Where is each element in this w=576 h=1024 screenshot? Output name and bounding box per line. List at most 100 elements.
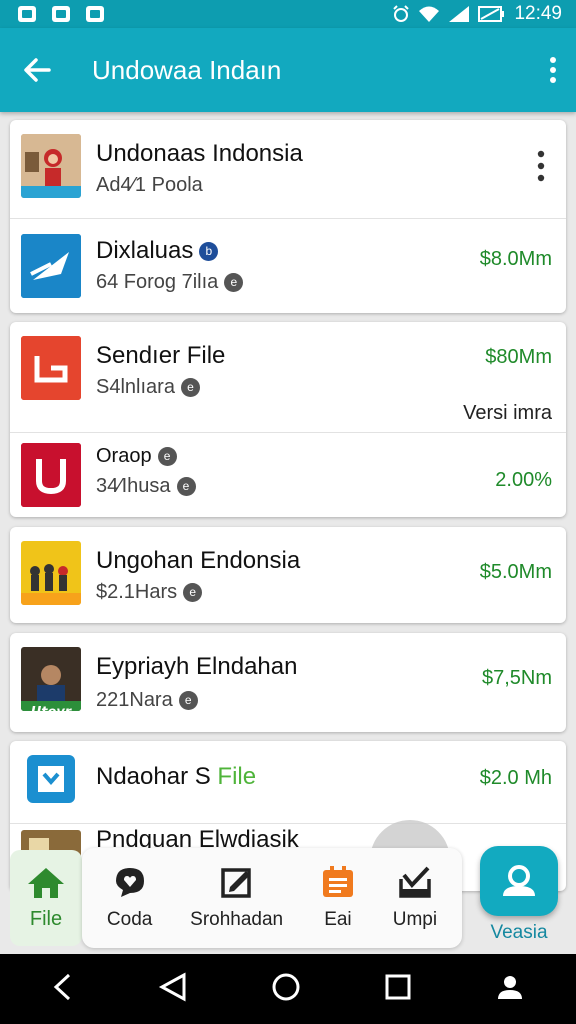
item-price: $8.0Mm (479, 248, 552, 270)
tab-coda[interactable]: Coda (107, 865, 152, 931)
item-subtitle: Ad4⁄1 Poola (96, 174, 203, 197)
list-item[interactable]: Sendıer File S4lnlıara e $80Mm Versi imra (10, 322, 566, 432)
list-item[interactable]: Ndaohar S File $2.0 Mh (10, 741, 566, 823)
back-button[interactable] (22, 55, 52, 85)
edit-box-icon (220, 868, 251, 898)
item-version-label: Versi imra (463, 402, 552, 424)
info-badge-icon: e (176, 477, 196, 496)
item-subtitle-text: 64 Forog 7ilıa (96, 271, 219, 293)
download-check-icon (399, 866, 431, 898)
tabs-panel: Coda Srohhadan Eai Umpi (82, 848, 462, 948)
list-card: Ungohan Endonsia $2.1Hars e $5.0Mm (10, 527, 566, 623)
nav-home-button[interactable] (271, 972, 301, 1007)
item-subtitle: 221Nara e (96, 689, 198, 712)
list-card: Sendıer File S4lnlıara e $80Mm Versi imra… (10, 322, 566, 517)
tab-label: Eai (324, 909, 352, 930)
square-recents-icon (385, 974, 411, 999)
wifi-icon (419, 6, 440, 22)
item-subtitle: $2.1Hars e (96, 581, 203, 604)
circle-home-icon (272, 973, 300, 1000)
person-icon (497, 975, 522, 999)
item-subtitle: S4lnlıara e (96, 376, 200, 399)
nav-recents-button[interactable] (384, 973, 412, 1006)
item-subtitle-text: $2.1Hars (96, 581, 178, 603)
info-badge-icon: e (183, 583, 203, 602)
item-name-part: Ndaohar S (96, 763, 211, 790)
verified-badge-icon: b (199, 241, 219, 261)
tab-srohhadan[interactable]: Srohhadan (190, 865, 283, 931)
nav-back-button[interactable] (51, 972, 75, 1007)
profile-fab-button[interactable] (480, 846, 558, 916)
tab-umpi[interactable]: Umpi (393, 865, 437, 931)
more-vert-icon (550, 57, 556, 83)
battery-icon (478, 6, 505, 22)
tab-file[interactable]: File (10, 850, 82, 946)
list-item[interactable]: Ungohan Endonsia $2.1Hars e $5.0Mm (10, 527, 566, 623)
item-name: Sendıer File (96, 342, 226, 369)
item-subtitle: 34⁄Ihusa e (96, 475, 196, 498)
item-name: Ndaohar S File (96, 763, 256, 791)
bottom-navigation: File Coda Srohhadan Eai Umpi Veasia (0, 846, 576, 954)
tab-label: Umpi (392, 909, 438, 930)
item-thumbnail (21, 541, 81, 605)
chat-heart-icon (115, 868, 144, 897)
notification-icon (18, 6, 36, 22)
item-subtitle-text: 221Nara (96, 689, 173, 711)
item-price: $5.0Mm (479, 561, 552, 583)
item-subtitle-text: Ad4⁄1 Poola (96, 174, 203, 196)
nav-account-button[interactable] (495, 972, 525, 1007)
item-name: Undonaas Indonsia (96, 140, 303, 167)
tab-label: Coda (106, 909, 153, 930)
item-subtitle-text: 34⁄Ihusa (96, 475, 171, 497)
item-subtitle: 64 Forog 7ilıa e (96, 271, 244, 294)
app-notification-icon (52, 6, 70, 22)
more-vert-icon (537, 150, 545, 182)
signal-icon (449, 6, 470, 22)
list-item[interactable]: Utevr Eypriayh Elndahan 221Nara e $7,5Nm (10, 633, 566, 732)
list-item[interactable]: Dixlaluas b 64 Forog 7ilıa e $8.0Mm (10, 219, 566, 313)
status-bar: 12:49 (0, 0, 576, 28)
item-subtitle-text: S4lnlıara (96, 376, 175, 398)
download-notification-icon (86, 6, 104, 22)
item-thumbnail (21, 134, 81, 198)
nav-back-triangle-button[interactable] (158, 971, 188, 1007)
more-options-button[interactable] (548, 56, 558, 84)
item-thumbnail: Utevr (21, 647, 81, 711)
list-item[interactable]: Oraop e 34⁄Ihusa e 2.00% (10, 433, 566, 517)
item-name-row: Dixlaluas b (96, 237, 219, 265)
item-name: Dixlaluas (96, 237, 194, 264)
item-price: $7,5Nm (481, 667, 552, 689)
item-thumbnail (21, 443, 81, 507)
tab-label: File (29, 907, 63, 930)
app-bar: Undowaa Indaın (0, 28, 576, 112)
item-price: $2.0 Mh (479, 767, 552, 789)
info-badge-icon: e (224, 273, 244, 292)
item-name-row: Oraop e (96, 445, 177, 468)
info-badge-icon: e (180, 378, 200, 397)
info-badge-icon: e (178, 691, 198, 710)
item-thumbnail (21, 234, 81, 298)
tab-eai[interactable]: Eai (321, 865, 355, 931)
person-icon (503, 865, 535, 896)
list-card: Undonaas Indonsia Ad4⁄1 Poola Dixlaluas b… (10, 120, 566, 313)
tab-veasia[interactable]: Veasia (474, 846, 564, 950)
calendar-doc-icon (322, 866, 353, 897)
item-price: $80Mm (485, 346, 552, 368)
home-icon (28, 867, 64, 898)
chevron-left-icon (54, 973, 71, 1000)
info-badge-icon: e (157, 447, 177, 466)
triangle-back-icon (159, 971, 186, 1002)
tab-label: Srohhadan (190, 909, 284, 930)
item-menu-button[interactable] (536, 150, 546, 187)
item-name: Ungohan Endonsia (96, 547, 301, 574)
list-card: Utevr Eypriayh Elndahan 221Nara e $7,5Nm (10, 633, 566, 732)
item-name: Eypriayh Elndahan (96, 653, 298, 680)
back-arrow-icon (24, 58, 51, 82)
item-price: 2.00% (495, 469, 552, 491)
page-title: Undowaa Indaın (92, 54, 282, 85)
system-nav-bar (0, 954, 576, 1024)
list-item[interactable]: Undonaas Indonsia Ad4⁄1 Poola (10, 120, 566, 218)
svg-text:Utevr: Utevr (31, 705, 73, 711)
item-name: Oraop (96, 445, 152, 467)
item-name-highlight: File (217, 763, 257, 790)
